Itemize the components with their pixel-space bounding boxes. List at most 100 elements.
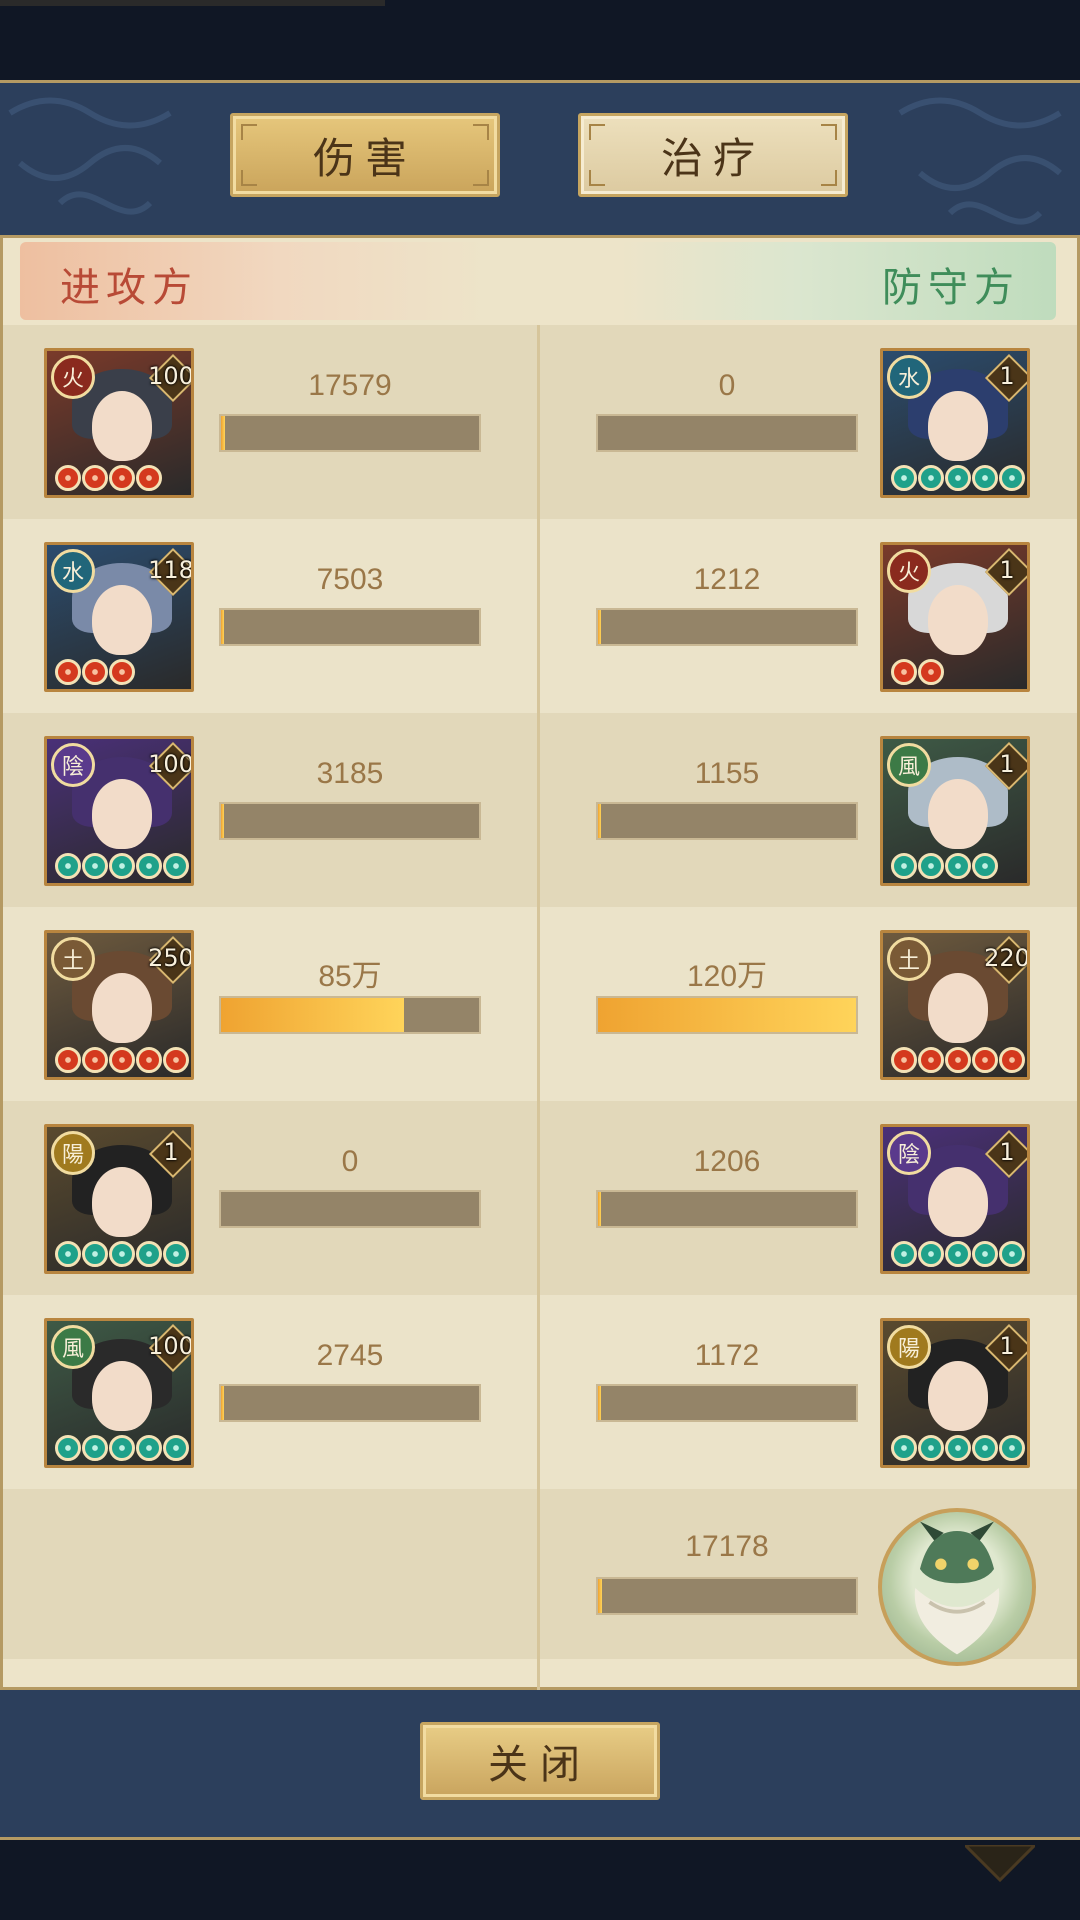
attacker-damage-value: 7503 <box>316 563 384 596</box>
attacker-hero-portrait[interactable]: 陽1 <box>44 1124 194 1274</box>
hero-face <box>928 391 988 461</box>
attacker-damage-value: 3185 <box>316 757 384 790</box>
hero-face <box>92 391 152 461</box>
star-icon <box>972 1241 998 1267</box>
attacker-damage-value: 17579 <box>308 369 392 402</box>
hero-face <box>928 779 988 849</box>
hero-face <box>928 1361 988 1431</box>
tab-healing-label: 治疗 <box>660 133 765 183</box>
level-badge: 100 <box>148 353 191 399</box>
star-icon <box>109 1047 135 1073</box>
star-rating <box>55 1241 189 1267</box>
star-icon <box>82 1047 108 1073</box>
star-icon <box>136 1435 162 1461</box>
star-icon <box>163 853 189 879</box>
attacker-hero-portrait[interactable]: 風 100 <box>44 1318 194 1468</box>
column-divider <box>537 325 540 1690</box>
beast-damage-value: 17178 <box>685 1530 769 1563</box>
defender-hero-portrait[interactable]: 土 220 <box>880 930 1030 1080</box>
attacker-title: 进攻方 <box>60 265 198 311</box>
star-icon <box>109 465 135 491</box>
star-rating <box>891 1241 1025 1267</box>
star-rating <box>891 853 998 879</box>
defender-damage-bar-fill <box>598 1192 602 1226</box>
element-badge-icon: 火 <box>51 355 95 399</box>
defender-damage-bar <box>596 802 858 840</box>
attacker-hero-portrait[interactable]: 土 250 <box>44 930 194 1080</box>
star-icon <box>918 853 944 879</box>
defender-damage-value: 120万 <box>686 960 768 993</box>
element-badge-icon: 水 <box>51 549 95 593</box>
defender-damage-value: 1172 <box>694 1339 760 1372</box>
defender-hero-portrait[interactable]: 火1 <box>880 542 1030 692</box>
defender-hero-portrait[interactable]: 水1 <box>880 348 1030 498</box>
star-rating <box>55 1047 189 1073</box>
star-icon <box>109 1241 135 1267</box>
attacker-hero-portrait[interactable]: 水 118 <box>44 542 194 692</box>
star-icon <box>945 853 971 879</box>
star-icon <box>891 659 917 685</box>
level-badge: 1 <box>984 353 1027 399</box>
star-icon <box>55 465 81 491</box>
defender-damage-bar <box>596 996 858 1034</box>
attacker-damage-bar-fill <box>221 416 225 450</box>
star-icon <box>972 853 998 879</box>
attacker-damage-bar-fill <box>221 804 225 838</box>
hero-face <box>92 779 152 849</box>
star-icon <box>999 1047 1025 1073</box>
level-badge: 1 <box>984 1323 1027 1369</box>
star-icon <box>999 1435 1025 1461</box>
element-badge-icon: 陽 <box>887 1325 931 1369</box>
close-button[interactable]: 关闭 <box>420 1722 660 1800</box>
star-rating <box>891 659 944 685</box>
attacker-damage-bar <box>219 802 481 840</box>
level-badge: 1 <box>148 1129 191 1175</box>
star-icon <box>945 1435 971 1461</box>
defender-damage-value: 0 <box>718 369 736 402</box>
element-badge-icon: 陽 <box>51 1131 95 1175</box>
hero-face <box>92 973 152 1043</box>
level-badge: 1 <box>984 547 1027 593</box>
star-icon <box>109 1435 135 1461</box>
tab-damage[interactable]: 伤害 <box>230 113 500 197</box>
level-badge: 250 <box>148 935 191 981</box>
star-icon <box>136 1047 162 1073</box>
defender-hero-portrait[interactable]: 風1 <box>880 736 1030 886</box>
hero-face <box>92 1167 152 1237</box>
defender-damage-bar-fill <box>598 610 602 644</box>
attacker-hero-portrait[interactable]: 火 100 <box>44 348 194 498</box>
close-button-label: 关闭 <box>488 1742 592 1788</box>
attacker-damage-bar-fill <box>221 610 225 644</box>
star-rating <box>55 853 189 879</box>
star-icon <box>999 465 1025 491</box>
dragon-icon <box>914 1521 1000 1655</box>
element-badge-icon: 火 <box>887 549 931 593</box>
star-icon <box>109 853 135 879</box>
defender-damage-bar <box>596 1190 858 1228</box>
defender-damage-bar-fill <box>598 1386 602 1420</box>
star-icon <box>972 1435 998 1461</box>
tab-healing[interactable]: 治疗 <box>578 113 848 197</box>
defender-hero-portrait[interactable]: 陰1 <box>880 1124 1030 1274</box>
defender-hero-portrait[interactable]: 陽1 <box>880 1318 1030 1468</box>
attacker-hero-portrait[interactable]: 陰 100 <box>44 736 194 886</box>
star-rating <box>55 1435 189 1461</box>
attacker-damage-value: 0 <box>341 1145 359 1178</box>
star-icon <box>136 465 162 491</box>
star-icon <box>918 1435 944 1461</box>
star-icon <box>82 1241 108 1267</box>
attacker-damage-bar <box>219 1384 481 1422</box>
hero-face <box>92 1361 152 1431</box>
tab-damage-label: 伤害 <box>312 133 417 183</box>
attacker-damage-value: 85万 <box>318 960 382 993</box>
beast-avatar[interactable] <box>878 1508 1036 1666</box>
star-icon <box>163 1047 189 1073</box>
star-icon <box>163 1435 189 1461</box>
hero-face <box>928 973 988 1043</box>
element-badge-icon: 陰 <box>51 743 95 787</box>
header-pattern <box>0 83 1080 238</box>
star-icon <box>109 659 135 685</box>
defender-title: 防守方 <box>882 265 1020 311</box>
level-badge: 1 <box>984 741 1027 787</box>
level-badge: 100 <box>148 1323 191 1369</box>
